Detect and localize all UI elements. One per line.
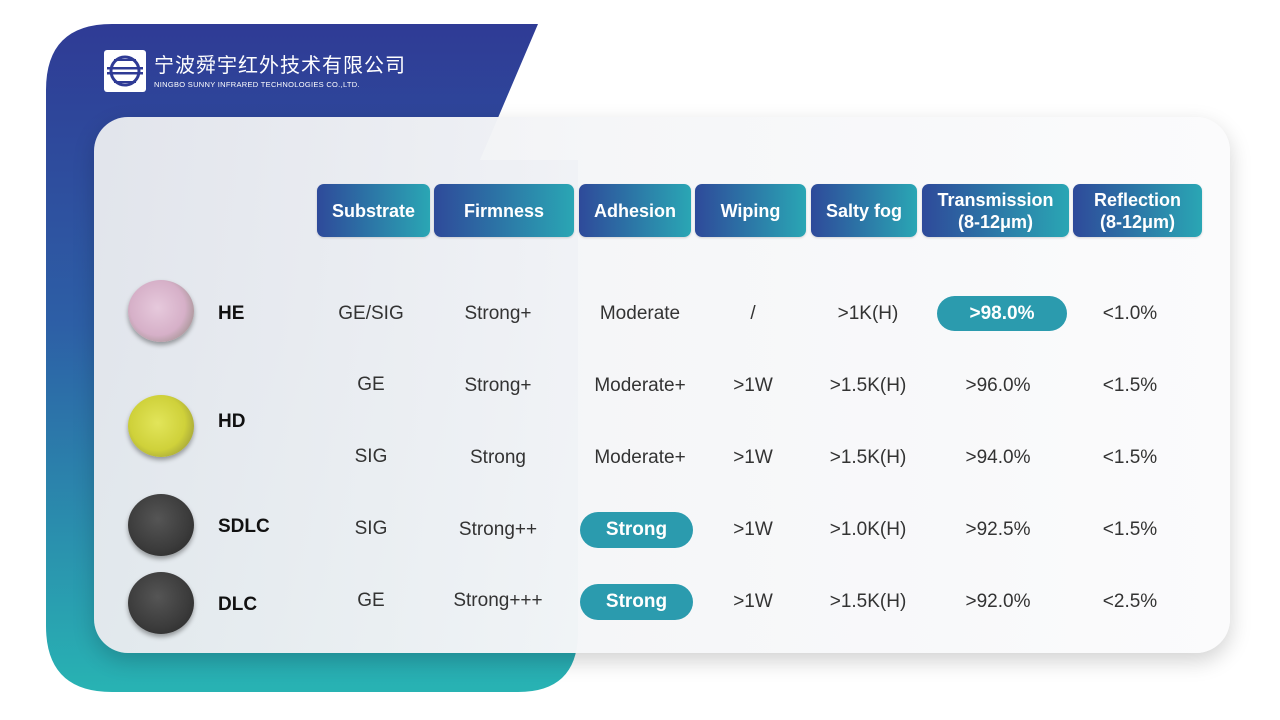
company-logo: 宁波舜宇红外技术有限公司 NINGBO SUNNY INFRARED TECHN… <box>104 50 406 92</box>
table-cell: >1W <box>733 591 773 612</box>
table-cell: SIG <box>354 446 388 467</box>
table-cell: Strong <box>470 447 526 468</box>
lens-dlc-icon <box>128 572 194 634</box>
table-cell: <1.0% <box>1102 303 1158 324</box>
company-name-en: NINGBO SUNNY INFRARED TECHNOLOGIES CO.,L… <box>154 79 360 89</box>
table-cell: >96.0% <box>965 375 1031 396</box>
header-substrate: Substrate <box>317 184 430 237</box>
table-cell: >92.5% <box>965 519 1031 540</box>
table-cell: >1W <box>733 519 773 540</box>
header-reflection: Reflection (8-12μm) <box>1073 184 1202 237</box>
table-cell: Strong+++ <box>453 590 543 611</box>
lens-he-icon <box>128 280 194 342</box>
table-cell: >1.5K(H) <box>829 447 907 468</box>
table-cell: >1W <box>733 447 773 468</box>
highlight-adhesion-dlc: Strong <box>580 584 693 620</box>
coating-name-hd: HD <box>218 411 246 432</box>
header-adhesion: Adhesion <box>579 184 691 237</box>
header-wiping: Wiping <box>695 184 806 237</box>
table-cell: >1K(H) <box>837 303 899 324</box>
header-transmission: Transmission (8-12μm) <box>922 184 1069 237</box>
table-cell: <1.5% <box>1102 519 1158 540</box>
table-cell: >1.0K(H) <box>829 519 907 540</box>
table-cell: >92.0% <box>965 591 1031 612</box>
table-cell: >94.0% <box>965 447 1031 468</box>
table-cell: Moderate+ <box>594 375 686 396</box>
sunny-logo-icon <box>104 50 146 92</box>
highlight-adhesion-sdlc: Strong <box>580 512 693 548</box>
lens-hd-icon <box>128 395 194 457</box>
company-name-cn: 宁波舜宇红外技术有限公司 <box>154 54 406 77</box>
lens-sdlc-icon <box>128 494 194 556</box>
coating-name-sdlc: SDLC <box>218 516 270 537</box>
header-firmness: Firmness <box>434 184 574 237</box>
table-cell: >1W <box>733 375 773 396</box>
table-cell: GE <box>357 374 385 395</box>
coating-name-he: HE <box>218 303 245 324</box>
table-cell: <1.5% <box>1102 375 1158 396</box>
header-salty-fog: Salty fog <box>811 184 917 237</box>
table-cell: / <box>750 303 756 324</box>
table-cell: Moderate <box>599 303 681 324</box>
table-cell: Strong++ <box>458 519 538 540</box>
coating-name-dlc: DLC <box>218 594 258 615</box>
table-cell: >1.5K(H) <box>829 375 907 396</box>
table-cell: Moderate+ <box>594 447 686 468</box>
table-cell: GE <box>357 590 385 611</box>
table-cell: Strong+ <box>464 375 532 396</box>
table-cell: <1.5% <box>1102 447 1158 468</box>
table-cell: >1.5K(H) <box>829 591 907 612</box>
highlight-transmission-he: >98.0% <box>937 296 1067 331</box>
table-cell: Strong+ <box>464 303 532 324</box>
table-cell: GE/SIG <box>338 303 404 324</box>
table-cell: <2.5% <box>1102 591 1158 612</box>
table-cell: SIG <box>354 518 388 539</box>
